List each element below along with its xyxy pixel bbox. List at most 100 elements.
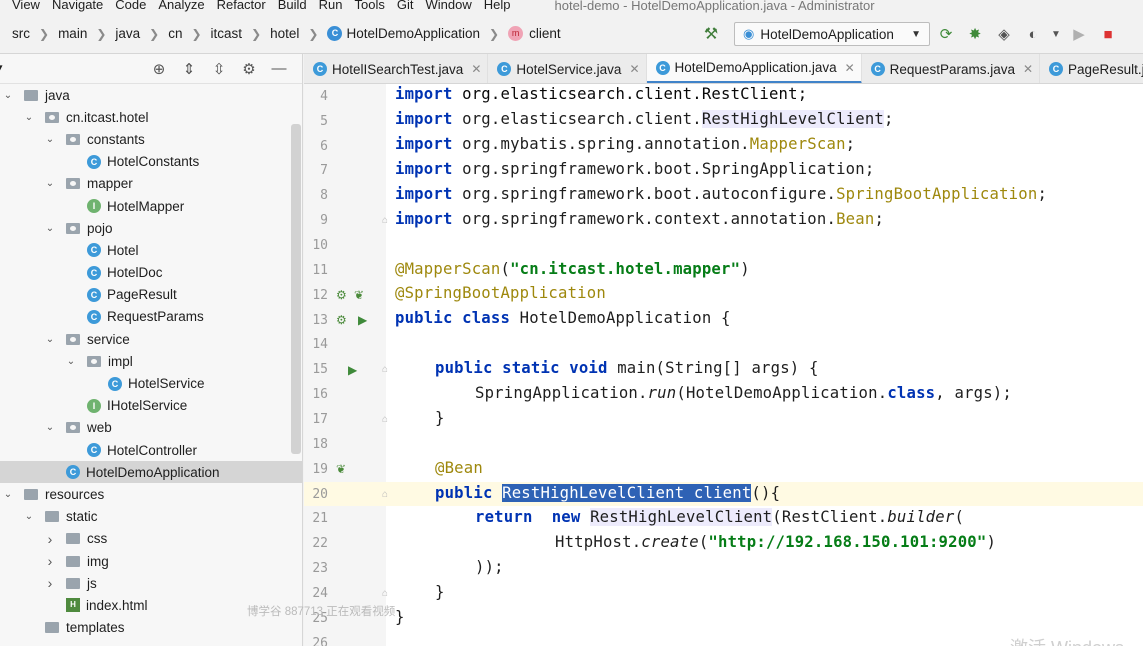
editor-line[interactable]: 23 xyxy=(304,556,1143,581)
breadcrumb-item[interactable]: hotel ❯ xyxy=(270,26,327,41)
debug-icon[interactable]: ✸ xyxy=(962,22,988,46)
breadcrumb-item[interactable]: m client xyxy=(508,26,561,41)
close-icon[interactable]: ✕ xyxy=(1023,62,1033,76)
editor-line[interactable]: 19 ❦ xyxy=(304,457,1143,482)
tree-item-resources[interactable]: ⌄ resources xyxy=(0,483,302,505)
locate-icon[interactable]: ⊕ xyxy=(144,60,174,78)
selected-text[interactable]: RestHighLevelClient client xyxy=(502,484,752,502)
breadcrumb-item[interactable]: src ❯ xyxy=(0,26,58,41)
tree-item-hoteldemoapplication[interactable]: C HotelDemoApplication xyxy=(0,461,302,484)
chevron-down-icon[interactable]: ⌄ xyxy=(65,356,77,367)
rerun-icon[interactable]: ⟳ xyxy=(933,22,959,46)
chevron-down-icon[interactable]: ⌄ xyxy=(23,511,35,522)
breadcrumb-item[interactable]: main ❯ xyxy=(58,26,115,41)
chevron-down-icon[interactable]: ⌄ xyxy=(2,90,14,101)
fold-marker-icon[interactable]: ⌂ xyxy=(382,489,388,500)
menu-tools[interactable]: Tools xyxy=(349,0,391,12)
tree-item-web[interactable]: ⌄ web xyxy=(0,417,302,439)
fold-marker-icon[interactable]: ⌂ xyxy=(382,414,388,425)
tab-hotelisearchtest[interactable]: C HotelISearchTest.java ✕ xyxy=(304,54,489,83)
code-editor[interactable]: 4 5 6 7 8 9 ⌂ 10 11 12 ⚙ ❦ 13 ⚙ ▶ 14 15 ▶ ⌂ 16 17 ⌂ 18 19 ❦ 20 ⌂ 21… xyxy=(304,84,1143,646)
chevron-down-icon[interactable]: ⌄ xyxy=(44,334,56,345)
spring-run-icon[interactable]: ⚙ xyxy=(336,313,347,327)
fold-marker-icon[interactable]: ⌂ xyxy=(382,588,388,599)
chevron-right-icon[interactable]: › xyxy=(44,553,56,569)
editor-line[interactable]: 24 ⌂ xyxy=(304,581,1143,606)
breadcrumb-item[interactable]: C HotelDemoApplication ❯ xyxy=(327,26,508,41)
chevron-right-icon[interactable]: › xyxy=(44,575,56,591)
chevron-down-icon[interactable]: ⌄ xyxy=(44,223,56,234)
tree-item-ihotelservice[interactable]: I IHotelService xyxy=(0,395,302,417)
menu-view[interactable]: View xyxy=(0,0,46,12)
tab-requestparams[interactable]: C RequestParams.java ✕ xyxy=(862,54,1041,83)
fold-marker-icon[interactable]: ⌂ xyxy=(382,215,388,226)
menu-help[interactable]: Help xyxy=(478,0,517,12)
menu-window[interactable]: Window xyxy=(420,0,478,12)
panel-dropdown-icon[interactable]: ▾ xyxy=(0,60,3,76)
tree-item-java[interactable]: ⌄ java xyxy=(0,84,302,106)
menu-git[interactable]: Git xyxy=(391,0,420,12)
tree-item-hotelcontroller[interactable]: C HotelController xyxy=(0,439,302,461)
tree-item-hotelservice[interactable]: C HotelService xyxy=(0,372,302,394)
tree-item-mapper[interactable]: ⌄ mapper xyxy=(0,173,302,195)
close-icon[interactable]: ✕ xyxy=(471,62,481,76)
chevron-down-icon[interactable]: ⌄ xyxy=(2,489,14,500)
run-icon[interactable]: ▶ xyxy=(1066,22,1092,46)
stop-icon[interactable]: ■ xyxy=(1095,22,1121,46)
editor-line[interactable]: 18 xyxy=(304,432,1143,457)
project-scrollbar[interactable] xyxy=(291,124,301,454)
menu-analyze[interactable]: Analyze xyxy=(152,0,210,12)
breadcrumb-item[interactable]: itcast ❯ xyxy=(211,26,271,41)
tree-item-templates[interactable]: templates xyxy=(0,617,302,639)
menu-run[interactable]: Run xyxy=(313,0,349,12)
chevron-right-icon[interactable]: › xyxy=(44,531,56,547)
build-hammer-icon[interactable]: ⚒ xyxy=(700,23,722,45)
minimize-icon[interactable]: — xyxy=(264,60,294,77)
breadcrumb-item[interactable]: cn ❯ xyxy=(168,26,210,41)
editor-line[interactable]: 10 xyxy=(304,233,1143,258)
tab-pageresult[interactable]: CPageResult.java xyxy=(1040,54,1143,83)
close-icon[interactable]: ✕ xyxy=(845,61,855,75)
fold-marker-icon[interactable]: ⌂ xyxy=(382,364,388,375)
profile-icon[interactable]: ◐ xyxy=(1020,22,1046,46)
tree-item-cn-itcast-hotel[interactable]: ⌄ cn.itcast.hotel xyxy=(0,106,302,128)
spring-icon[interactable]: ❦ xyxy=(354,288,364,302)
tree-item-hotelmapper[interactable]: I HotelMapper xyxy=(0,195,302,217)
editor-line[interactable]: 14 xyxy=(304,333,1143,358)
editor-line[interactable]: 25 xyxy=(304,606,1143,631)
tree-item-hotel[interactable]: C Hotel xyxy=(0,239,302,261)
chevron-down-icon[interactable]: ⌄ xyxy=(44,178,56,189)
tab-hotelservice[interactable]: C HotelService.java ✕ xyxy=(488,54,647,83)
bean-icon[interactable]: ❦ xyxy=(336,462,346,476)
tree-item-pageresult[interactable]: C PageResult xyxy=(0,284,302,306)
chevron-down-icon[interactable]: ⌄ xyxy=(23,112,35,123)
tab-hoteldemoapplication[interactable]: C HotelDemoApplication.java ✕ xyxy=(646,54,862,83)
tree-item-requestparams[interactable]: C RequestParams xyxy=(0,306,302,328)
chevron-down-icon[interactable]: ⌄ xyxy=(44,134,56,145)
run-icon[interactable]: ▶ xyxy=(348,363,357,377)
tree-item-service[interactable]: ⌄ service xyxy=(0,328,302,350)
run-icon[interactable]: ▶ xyxy=(358,313,367,327)
menu-code[interactable]: Code xyxy=(109,0,152,12)
chevron-down-icon[interactable]: ▼ xyxy=(1049,22,1063,46)
tree-item-static[interactable]: ⌄ static xyxy=(0,506,302,528)
collapse-all-icon[interactable]: ⇳ xyxy=(204,60,234,78)
tree-item-pojo[interactable]: ⌄ pojo xyxy=(0,217,302,239)
chevron-down-icon[interactable]: ⌄ xyxy=(44,422,56,433)
breadcrumb-item[interactable]: java ❯ xyxy=(115,26,168,41)
bean-icon[interactable]: ⚙ xyxy=(336,288,347,302)
editor-line[interactable]: 17 ⌂ xyxy=(304,407,1143,432)
menu-refactor[interactable]: Refactor xyxy=(211,0,272,12)
tree-item-impl[interactable]: ⌄ impl xyxy=(0,350,302,372)
tree-item-constants[interactable]: ⌄ constants xyxy=(0,128,302,150)
expand-all-icon[interactable]: ⇕ xyxy=(174,60,204,78)
tree-item-js[interactable]: › js xyxy=(0,572,302,594)
coverage-icon[interactable]: ◈ xyxy=(991,22,1017,46)
gear-icon[interactable]: ⚙ xyxy=(234,60,264,78)
menu-navigate[interactable]: Navigate xyxy=(46,0,109,12)
close-icon[interactable]: ✕ xyxy=(629,62,639,76)
tree-item-img[interactable]: › img xyxy=(0,550,302,572)
tree-item-css[interactable]: › css xyxy=(0,528,302,550)
menu-build[interactable]: Build xyxy=(272,0,313,12)
tree-item-hoteldoc[interactable]: C HotelDoc xyxy=(0,262,302,284)
